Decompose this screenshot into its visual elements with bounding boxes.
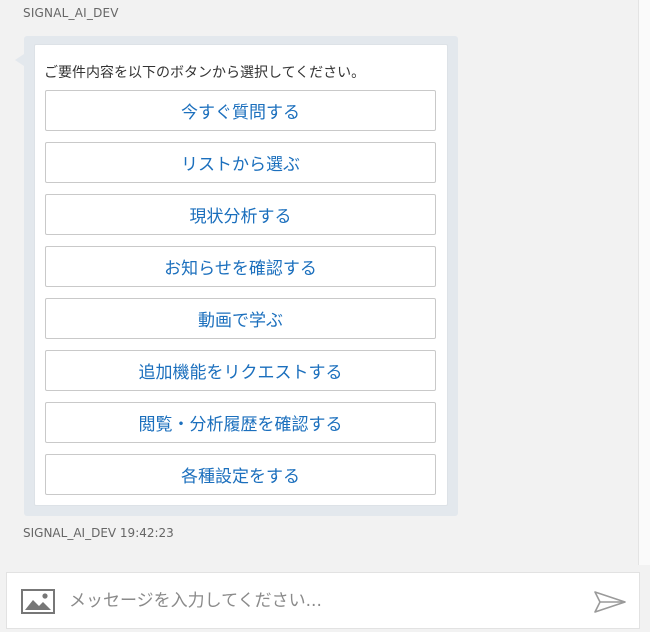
option-card: ご要件内容を以下のボタンから選択してください。 今すぐ質問する リストから選ぶ … [34,44,448,506]
sender-name: SIGNAL_AI_DEV [23,6,119,20]
message-input[interactable] [69,586,569,616]
option-button-ask-now[interactable]: 今すぐ質問する [45,90,436,131]
prompt-text: ご要件内容を以下のボタンから選択してください。 [44,65,366,81]
message-composer [6,572,640,629]
option-button-request-feature[interactable]: 追加機能をリクエストする [45,350,436,391]
send-icon[interactable] [593,590,627,614]
image-icon[interactable] [21,589,55,614]
message-timestamp: SIGNAL_AI_DEV 19:42:23 [23,526,174,540]
message-bubble: ご要件内容を以下のボタンから選択してください。 今すぐ質問する リストから選ぶ … [15,36,458,516]
option-button-settings[interactable]: 各種設定をする [45,454,436,495]
option-button-analyze-status[interactable]: 現状分析する [45,194,436,235]
option-button-choose-list[interactable]: リストから選ぶ [45,142,436,183]
scrollbar[interactable] [638,0,650,565]
chat-area: SIGNAL_AI_DEV ご要件内容を以下のボタンから選択してください。 今す… [0,0,638,565]
option-button-check-notices[interactable]: お知らせを確認する [45,246,436,287]
option-button-view-history[interactable]: 閲覧・分析履歴を確認する [45,402,436,443]
option-button-learn-video[interactable]: 動画で学ぶ [45,298,436,339]
